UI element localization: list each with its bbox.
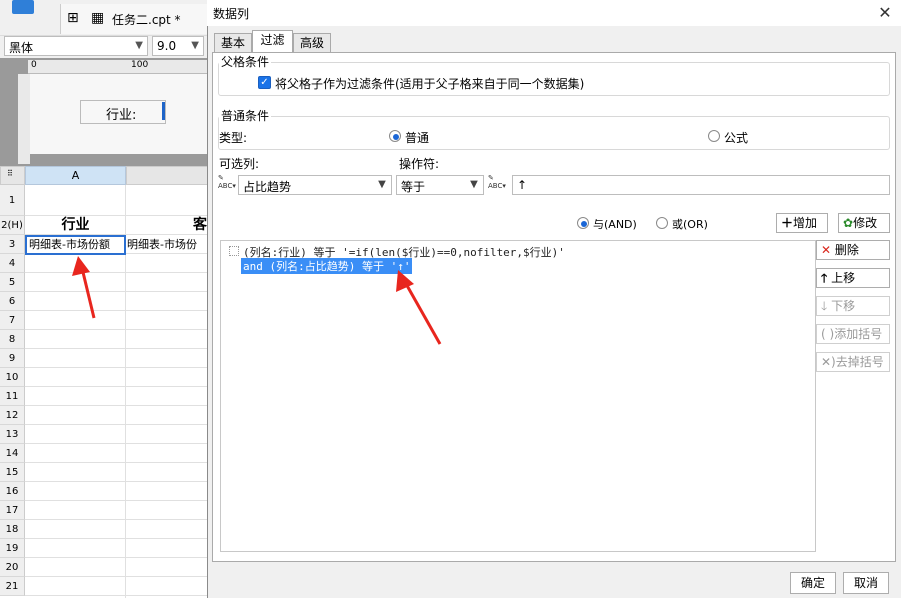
annotation-arrow [72,256,96,319]
annotation-overlay [72,256,442,345]
annotation-arrow [396,270,442,345]
